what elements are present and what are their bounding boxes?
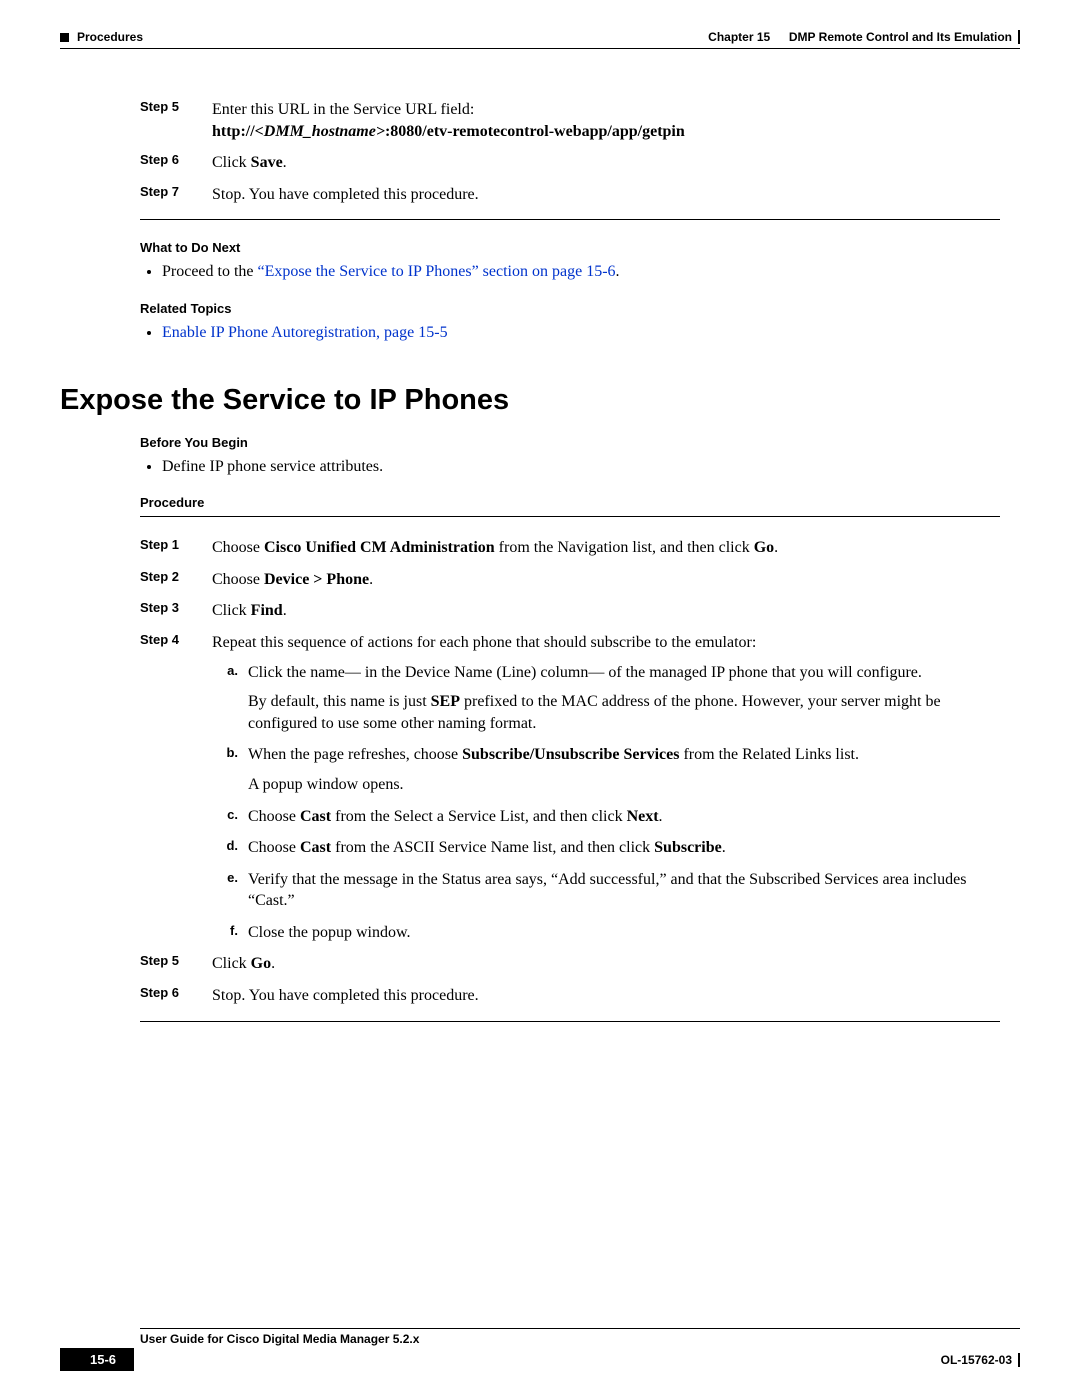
sub-label: b. [218, 744, 238, 795]
sub-extra: A popup window opens. [248, 774, 1000, 796]
before-heading: Before You Begin [140, 435, 1000, 450]
footer-rule [140, 1328, 1020, 1329]
before-list: Define IP phone service attributes. [140, 456, 1000, 478]
divider-icon [1018, 1353, 1020, 1367]
step-body: Click Find. [212, 600, 1000, 622]
list-item: Define IP phone service attributes. [162, 456, 1000, 478]
step-label: Step 6 [140, 985, 200, 1007]
header-rule [60, 48, 1020, 49]
sub-body: When the page refreshes, choose Subscrib… [248, 744, 1000, 795]
step-label: Step 3 [140, 600, 200, 622]
divider-icon [1018, 30, 1020, 44]
sub-step-list: a. Click the name— in the Device Name (L… [218, 662, 1000, 944]
sub-label: f. [218, 922, 238, 944]
sub-body: Close the popup window. [248, 922, 1000, 944]
what-next-heading: What to Do Next [140, 240, 1000, 255]
sub-extra: By default, this name is just SEP prefix… [248, 691, 1000, 734]
step-list-top: Step 5 Enter this URL in the Service URL… [140, 99, 1000, 205]
sub-body: Choose Cast from the ASCII Service Name … [248, 837, 1000, 859]
page-number: 15-6 [60, 1348, 134, 1371]
step5-line1: Enter this URL in the Service URL field: [212, 101, 474, 118]
step-label: Step 1 [140, 537, 200, 559]
page-footer: User Guide for Cisco Digital Media Manag… [60, 1328, 1020, 1371]
sub-body: Verify that the message in the Status ar… [248, 869, 1000, 912]
square-icon [60, 33, 69, 42]
header-section-label: Procedures [77, 30, 143, 44]
list-item: Proceed to the “Expose the Service to IP… [162, 261, 1000, 283]
step-body: Choose Device > Phone. [212, 569, 1000, 591]
procedure-steps: Step 1 Choose Cisco Unified CM Administr… [140, 537, 1000, 1007]
chapter-title: DMP Remote Control and Its Emulation [789, 30, 1012, 44]
footer-bar: 15-6 OL-15762-03 [60, 1348, 1020, 1371]
step-label: Step 2 [140, 569, 200, 591]
step-label: Step 7 [140, 184, 200, 206]
step-label: Step 4 [140, 632, 200, 944]
chapter-number: Chapter 15 [708, 30, 770, 44]
footer-doc-title: User Guide for Cisco Digital Media Manag… [140, 1332, 1020, 1346]
step-body: Click Go. [212, 953, 1000, 975]
procedure-heading: Procedure [140, 495, 1000, 510]
sub-label: e. [218, 869, 238, 912]
sub-label: c. [218, 806, 238, 828]
step-body: Stop. You have completed this procedure. [212, 184, 1000, 206]
step-label: Step 5 [140, 953, 200, 975]
main-content: Step 5 Enter this URL in the Service URL… [140, 99, 1000, 1022]
step5-url: http://<DMM_hostname>:8080/etv-remotecon… [212, 123, 685, 140]
divider-rule [140, 516, 1000, 517]
list-item: Enable IP Phone Autoregistration, page 1… [162, 322, 1000, 344]
step-body: Enter this URL in the Service URL field:… [212, 99, 1000, 142]
doc-id: OL-15762-03 [941, 1353, 1020, 1367]
sub-label: a. [218, 662, 238, 735]
sub-body: Click the name— in the Device Name (Line… [248, 662, 1000, 735]
related-topics-heading: Related Topics [140, 301, 1000, 316]
sub-body: Choose Cast from the Select a Service Li… [248, 806, 1000, 828]
header-left: Procedures [60, 30, 143, 44]
what-next-list: Proceed to the “Expose the Service to IP… [140, 261, 1000, 283]
related-topics-list: Enable IP Phone Autoregistration, page 1… [140, 322, 1000, 344]
divider-rule [140, 219, 1000, 220]
divider-rule [140, 1021, 1000, 1022]
step-label: Step 6 [140, 152, 200, 174]
step-label: Step 5 [140, 99, 200, 142]
related-link[interactable]: Enable IP Phone Autoregistration, page 1… [162, 324, 448, 341]
step-body: Choose Cisco Unified CM Administration f… [212, 537, 1000, 559]
running-header: Procedures Chapter 15 DMP Remote Control… [60, 30, 1020, 44]
step-body: Click Save. [212, 152, 1000, 174]
cross-ref-link[interactable]: “Expose the Service to IP Phones” sectio… [258, 263, 616, 280]
header-right: Chapter 15 DMP Remote Control and Its Em… [708, 30, 1020, 44]
section-heading: Expose the Service to IP Phones [60, 384, 1000, 417]
step-body: Repeat this sequence of actions for each… [212, 632, 1000, 944]
page: Procedures Chapter 15 DMP Remote Control… [0, 0, 1080, 1397]
step-body: Stop. You have completed this procedure. [212, 985, 1000, 1007]
sub-label: d. [218, 837, 238, 859]
